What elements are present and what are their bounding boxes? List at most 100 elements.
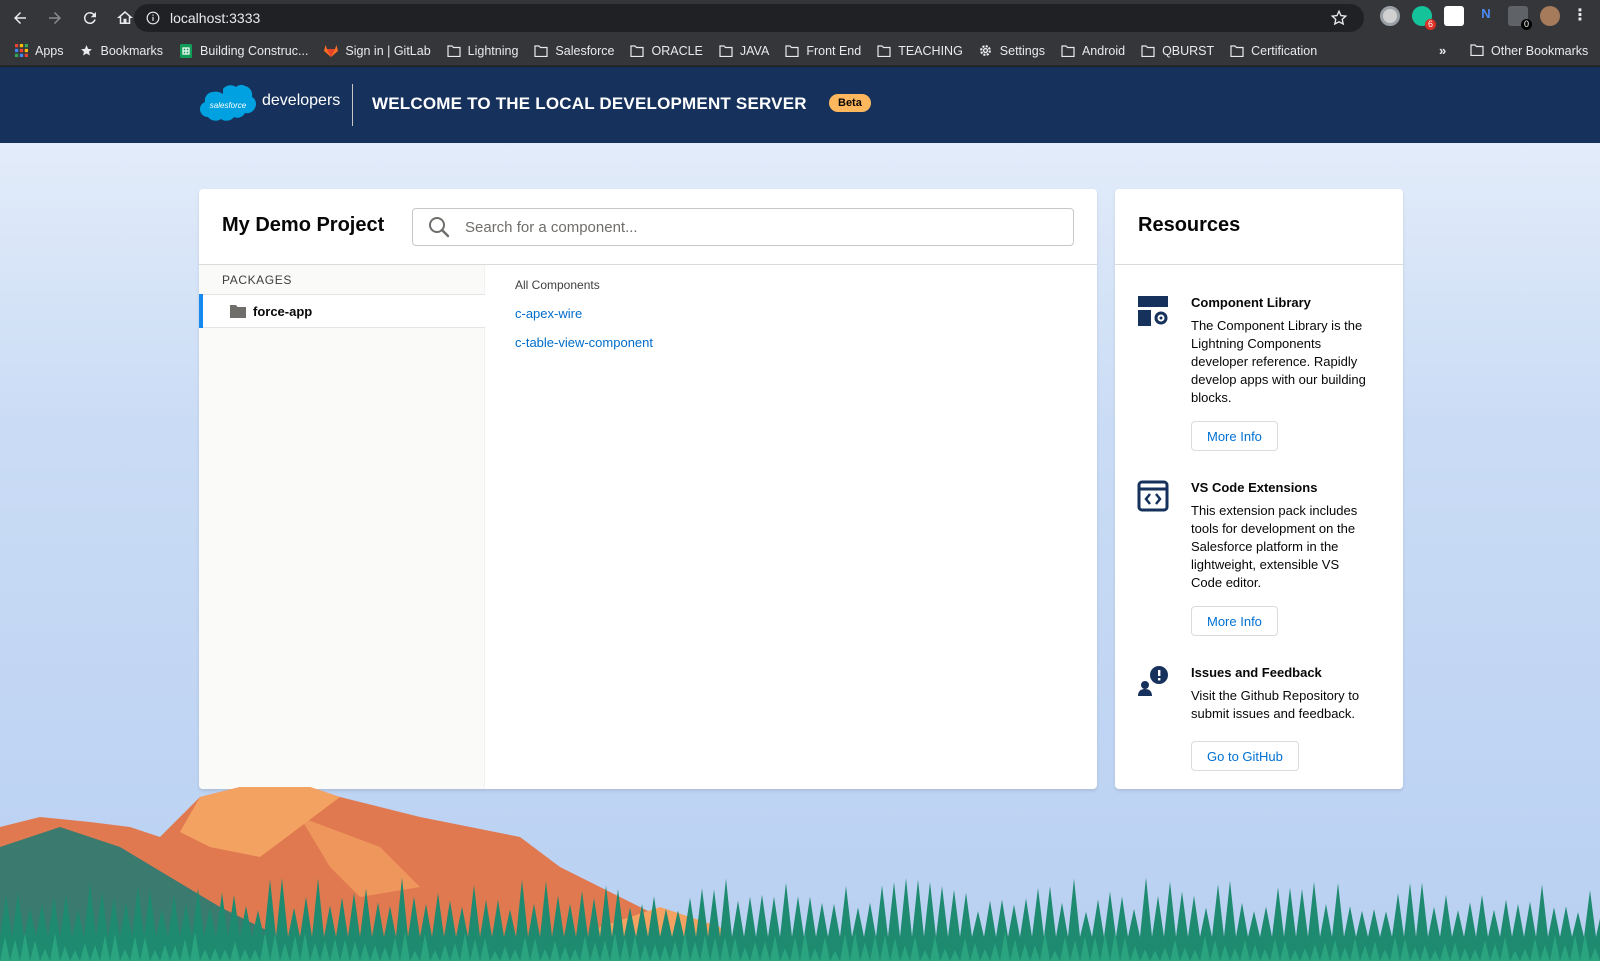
bookmark-item[interactable]: TEACHING [877,44,963,58]
bookmark-label: ORACLE [651,43,703,58]
extension-circle-icon[interactable] [1380,6,1400,26]
info-icon[interactable] [146,11,160,25]
resource-title: Component Library [1191,295,1311,310]
back-arrow-icon [14,12,26,24]
bookmark-item[interactable]: Certification [1230,44,1317,58]
go-to-github-button[interactable]: Go to GitHub [1191,741,1299,771]
bookmark-item[interactable]: Front End [785,44,861,58]
bookmark-label: QBURST [1162,43,1215,58]
bookmark-item[interactable]: Sign in | GitLab [324,43,431,58]
bookmarks-overflow-button[interactable]: » [1439,43,1446,58]
bookmark-item[interactable]: Bookmarks [80,43,164,58]
browser-toolbar: localhost:3333 6 N 0 ⋮ [0,0,1600,36]
more-info-button[interactable]: More Info [1191,421,1278,451]
packages-sidebar: PACKAGES force-app [199,265,485,789]
extensions-area: 6 N 0 ⋮ [1380,6,1588,30]
feedback-icon [1138,666,1168,696]
resource-description: Visit the Github Repository to submit is… [1191,688,1360,721]
salesforce-cloud-logo: salesforce [200,84,256,121]
bookmark-label: Building Construc... [200,43,309,58]
resource-title: VS Code Extensions [1191,480,1318,495]
search-icon [429,217,450,238]
bookmark-item[interactable]: QBURST [1141,44,1214,58]
bookmark-item[interactable]: JAVA [719,44,769,58]
more-info-button[interactable]: More Info [1191,606,1278,636]
bookmark-item[interactable]: Settings [979,44,1045,58]
bookmark-star-icon[interactable] [1330,9,1348,27]
gitlab-icon [324,44,339,58]
bookmark-label: Settings [999,43,1045,58]
page-title: WELCOME TO THE LOCAL DEVELOPMENT SERVER [372,94,807,113]
package-item-force-app[interactable]: force-app [199,294,485,328]
project-title: My Demo Project [222,214,385,236]
bookmark-label: Android [1081,43,1126,58]
forward-arrow-icon [49,12,61,24]
forward-button[interactable] [40,3,70,33]
bookmark-label: Bookmarks [100,43,164,58]
resources-card: Resources Component Library The Componen… [1115,189,1403,789]
resources-title: Resources [1138,214,1241,236]
folder-icon [630,44,645,58]
resource-description: The Component Library is the Lightning C… [1191,318,1366,405]
component-link[interactable]: c-apex-wire [515,306,653,321]
cloud-extension-icon[interactable] [1444,6,1464,26]
bookmarks-bar: Apps Bookmarks Building Construc... Sign in… [0,36,1600,66]
bookmark-item[interactable]: Lightning [447,43,519,58]
packages-heading: PACKAGES [222,273,292,287]
gear-icon [979,44,993,58]
extension-badge-icon[interactable]: 0 [1508,6,1532,30]
bookmark-item[interactable]: Building Construc... [179,43,309,58]
resource-description: This extension pack includes tools for d… [1191,503,1358,590]
search-input[interactable] [465,218,1045,236]
header-divider [352,84,353,126]
n-extension-icon[interactable]: N [1476,6,1496,26]
bookmark-label: Sign in | GitLab [345,43,431,58]
divider [1115,264,1403,265]
bookmark-label: Certification [1251,43,1318,58]
menu-kebab-icon[interactable]: ⋮ [1572,8,1588,24]
bookmark-label: Apps [35,43,64,58]
all-components-heading: All Components [515,278,600,292]
home-icon [117,11,133,24]
address-bar[interactable]: localhost:3333 [134,4,1364,32]
bookmark-label: Lightning [467,43,519,58]
profile-avatar[interactable] [1540,6,1560,26]
bookmark-item[interactable]: Salesforce [534,44,614,58]
url-text: localhost:3333 [170,10,261,26]
bookmark-item[interactable]: Android [1061,44,1125,58]
folder-icon [719,44,733,58]
folder-icon [534,44,549,58]
resource-title: Issues and Feedback [1191,665,1322,680]
bookmark-item[interactable]: Apps [14,44,64,58]
component-link[interactable]: c-table-view-component [515,335,653,350]
search-box[interactable] [412,208,1074,246]
bookmark-item[interactable]: ORACLE [630,43,703,58]
other-bookmarks[interactable]: Other Bookmarks [1470,36,1588,66]
active-indicator [199,294,203,328]
bookmark-label: Salesforce [555,43,615,58]
components-list: All Components c-apex-wire c-table-view-… [515,278,653,364]
code-window-icon [1137,480,1169,512]
other-bookmarks-label: Other Bookmarks [1491,44,1589,58]
app-header: salesforce developers WELCOME TO THE LOC… [0,67,1600,143]
back-button[interactable] [5,3,35,33]
reload-button[interactable] [75,3,105,33]
grammarly-icon[interactable]: 6 [1412,6,1436,30]
salesforce-logo-text: salesforce [210,101,247,110]
reload-icon [83,12,96,25]
project-card: My Demo Project PACKAGES force-app All C… [199,189,1097,789]
folder-icon [1230,44,1244,58]
bookmark-label: TEACHING [898,43,963,58]
folder-icon [877,44,891,58]
beta-badge: Beta [829,94,871,112]
mountain-landscape-illustration [0,787,1600,961]
sheets-icon [179,43,193,58]
apps-grid-icon [14,44,28,58]
folder-icon [230,305,246,318]
brand-text: developers [262,92,341,109]
folder-icon [1470,44,1484,58]
star-icon [80,44,94,58]
package-label: force-app [253,303,313,319]
folder-icon [447,44,461,58]
folder-icon [1141,44,1155,58]
